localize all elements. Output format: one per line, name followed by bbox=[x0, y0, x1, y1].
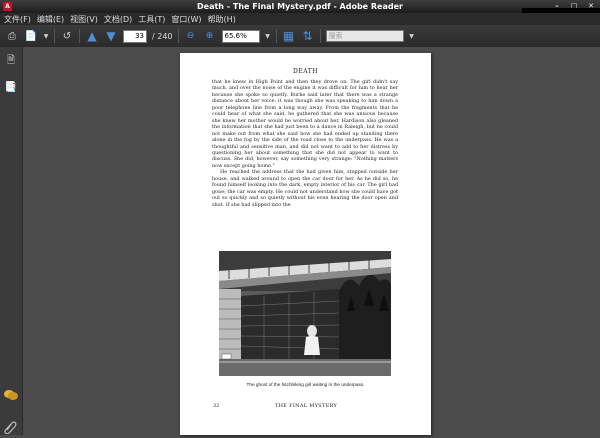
search-input[interactable]: 搜索 bbox=[325, 30, 404, 42]
pages-panel-icon[interactable]: 🗎 bbox=[5, 55, 17, 68]
toolbar-divider bbox=[177, 29, 179, 43]
previous-page-icon[interactable]: ▲ bbox=[85, 29, 99, 43]
menu-tools[interactable]: 工具(T) bbox=[138, 14, 165, 25]
menu-view[interactable]: 视图(V) bbox=[70, 14, 98, 25]
zoom-level-input[interactable]: 65.6% bbox=[221, 29, 260, 43]
next-page-icon[interactable]: ▼ bbox=[104, 29, 118, 43]
pdf-page: DEATH that he knew in High Point and the… bbox=[180, 53, 431, 435]
navigation-panel: 🗎 📑 bbox=[0, 47, 23, 435]
paragraph: He reached the address that the had give… bbox=[212, 169, 398, 208]
adobe-reader-icon[interactable]: A bbox=[3, 2, 12, 11]
page-number: 32 bbox=[213, 403, 220, 409]
underpass-illustration bbox=[219, 251, 391, 376]
illustration-caption: The ghost of the hitchhiking girl waitin… bbox=[246, 382, 365, 387]
zoom-out-icon[interactable]: ⊖ bbox=[184, 29, 198, 43]
zoom-in-icon[interactable]: ⊕ bbox=[203, 29, 217, 43]
toolbar-divider bbox=[275, 29, 277, 43]
total-pages-label: / 240 bbox=[152, 31, 173, 41]
bottom-panel-icons bbox=[3, 386, 19, 438]
search-dropdown-icon[interactable]: ▼ bbox=[409, 29, 415, 43]
bookmarks-panel-icon[interactable]: 📑 bbox=[5, 81, 17, 94]
page-body-text: that he knew in High Point and then they… bbox=[212, 79, 398, 208]
zoom-dropdown-icon[interactable]: ▼ bbox=[265, 29, 271, 43]
attachments-icon[interactable] bbox=[3, 420, 17, 435]
menu-window[interactable]: 窗口(W) bbox=[171, 14, 201, 25]
footer-book-title: THE FINAL MYSTERY bbox=[275, 403, 338, 409]
menu-document[interactable]: 文档(D) bbox=[104, 14, 132, 25]
chevron-down-icon[interactable]: ▼ bbox=[43, 29, 49, 43]
toolbar-divider bbox=[54, 29, 55, 43]
toolbar-divider bbox=[319, 29, 321, 43]
paragraph: that he knew in High Point and then they… bbox=[212, 79, 398, 169]
menu-help[interactable]: 帮助(H) bbox=[208, 14, 236, 25]
title-bar: A Death - The Final Mystery.pdf - Adobe … bbox=[0, 0, 600, 13]
print-icon[interactable]: ⎙ bbox=[5, 29, 19, 43]
fit-width-icon[interactable]: ⇅ bbox=[301, 29, 315, 43]
fit-page-icon[interactable]: ▦ bbox=[282, 29, 296, 43]
menu-file[interactable]: 文件(F) bbox=[4, 14, 31, 25]
share-icon[interactable]: 📄 bbox=[24, 29, 38, 43]
toolbar-divider bbox=[79, 29, 80, 43]
comments-icon[interactable] bbox=[3, 389, 19, 401]
page-number-input[interactable]: 33 bbox=[123, 29, 147, 43]
menu-bar: 文件(F) 编辑(E) 视图(V) 文档(D) 工具(T) 窗口(W) 帮助(H… bbox=[0, 13, 600, 25]
window-title: Death - The Final Mystery.pdf - Adobe Re… bbox=[197, 2, 403, 11]
running-head: DEATH bbox=[293, 68, 318, 75]
toolbar: ⎙ 📄 ▼ ↺ ▲ ▼ 33 / 240 ⊖ ⊕ 65.6% ▼ ▦ ⇅ 搜索 … bbox=[0, 25, 600, 47]
menu-edit[interactable]: 编辑(E) bbox=[37, 14, 64, 25]
attach-icon[interactable]: ↺ bbox=[60, 29, 74, 43]
